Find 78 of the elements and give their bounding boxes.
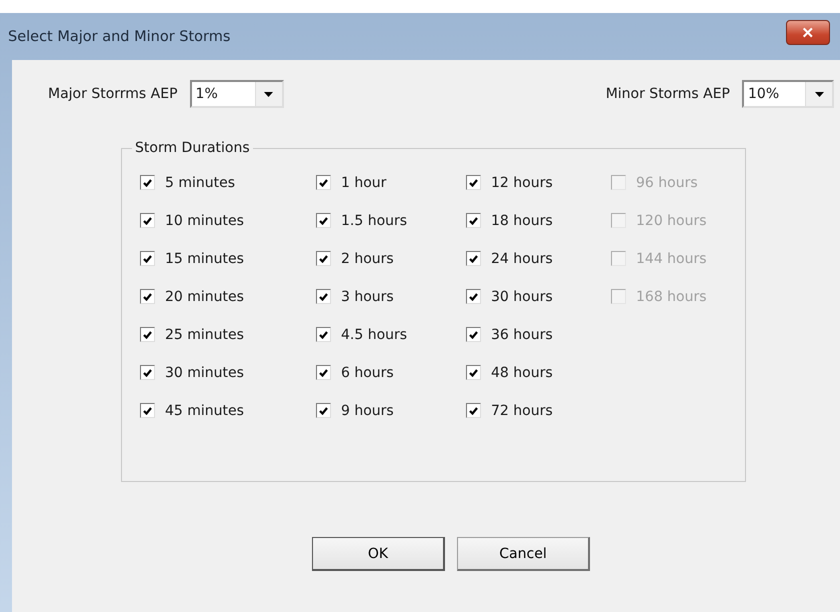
checkbox[interactable] [316, 175, 331, 190]
checkbox[interactable] [316, 403, 331, 418]
check-icon [469, 216, 478, 224]
checkbox[interactable] [140, 403, 155, 418]
checkbox-label: 12 hours [491, 174, 553, 190]
check-icon [469, 292, 478, 300]
checkbox[interactable] [140, 175, 155, 190]
checkbox[interactable] [466, 213, 481, 228]
checkbox-label: 36 hours [491, 326, 553, 342]
check-icon [469, 178, 478, 186]
checkbox[interactable] [316, 213, 331, 228]
checkbox-label: 4.5 hours [341, 326, 408, 342]
check-icon [319, 368, 328, 376]
check-icon [469, 368, 478, 376]
check-icon [469, 330, 478, 338]
check-icon [319, 406, 328, 414]
checkbox[interactable] [466, 289, 481, 304]
checkbox-label: 24 hours [491, 250, 553, 266]
check-icon [319, 216, 328, 224]
check-icon [143, 292, 152, 300]
checkbox-label: 20 minutes [165, 288, 244, 304]
window-title: Select Major and Minor Storms [8, 28, 230, 44]
checkbox-label: 15 minutes [165, 250, 244, 266]
checkbox-label: 10 minutes [165, 212, 244, 228]
checkbox[interactable] [316, 365, 331, 380]
checkbox[interactable] [140, 289, 155, 304]
checkbox[interactable] [316, 289, 331, 304]
checkbox[interactable] [140, 213, 155, 228]
checkbox-label: 120 hours [636, 212, 707, 228]
checkbox-label: 144 hours [636, 250, 707, 266]
close-button[interactable]: ✕ [786, 20, 830, 45]
check-icon [469, 254, 478, 262]
check-icon [143, 368, 152, 376]
checkbox[interactable] [316, 251, 331, 266]
checkbox[interactable] [140, 327, 155, 342]
caret-icon [264, 92, 274, 96]
check-icon [469, 406, 478, 414]
checkbox[interactable] [466, 403, 481, 418]
checkbox-label: 72 hours [491, 402, 553, 418]
checkbox-label: 25 minutes [165, 326, 244, 342]
check-icon [319, 292, 328, 300]
checkbox[interactable] [316, 327, 331, 342]
checkbox[interactable] [466, 175, 481, 190]
checkbox-label: 3 hours [341, 288, 394, 304]
checkbox[interactable] [466, 327, 481, 342]
check-icon [143, 330, 152, 338]
checkbox-label: 96 hours [636, 174, 698, 190]
checkbox-label: 18 hours [491, 212, 553, 228]
checkbox[interactable] [466, 365, 481, 380]
checkbox-label: 2 hours [341, 250, 394, 266]
check-icon [319, 254, 328, 262]
ok-button[interactable]: OK [312, 537, 445, 571]
check-icon [319, 178, 328, 186]
major-aep-label: Major Storrms AEP [48, 86, 178, 102]
caret-icon [814, 92, 824, 96]
checkbox-label: 30 hours [491, 288, 553, 304]
check-icon [143, 178, 152, 186]
cancel-button[interactable]: Cancel [457, 537, 590, 571]
checkbox-label: 1 hour [341, 174, 386, 190]
checkbox[interactable] [140, 251, 155, 266]
checkbox-label: 5 minutes [165, 174, 236, 190]
checkbox-label: 9 hours [341, 402, 394, 418]
checkbox-label: 48 hours [491, 364, 553, 380]
check-icon [143, 406, 152, 414]
minor-aep-dropdown[interactable]: 10% [742, 80, 834, 108]
check-icon [143, 254, 152, 262]
checkbox-label: 6 hours [341, 364, 394, 380]
check-icon [143, 216, 152, 224]
checkbox-label: 30 minutes [165, 364, 244, 380]
group-title: Storm Durations [134, 140, 251, 156]
checkbox-label: 1.5 hours [341, 212, 408, 228]
major-aep-dropdown[interactable]: 1% [190, 80, 284, 108]
checkbox-label: 168 hours [636, 288, 707, 304]
check-icon [319, 330, 328, 338]
checkbox[interactable] [140, 365, 155, 380]
checkbox-label: 45 minutes [165, 402, 244, 418]
checkbox[interactable] [466, 251, 481, 266]
minor-aep-label: Minor Storms AEP [606, 86, 730, 102]
